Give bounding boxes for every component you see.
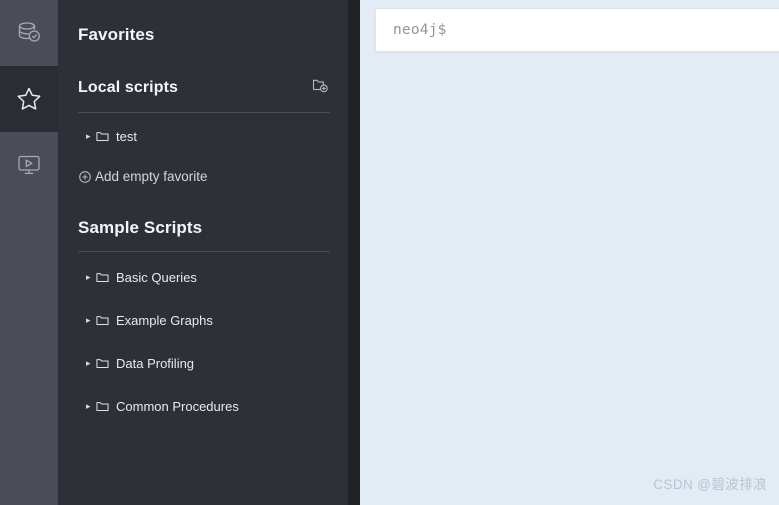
main-content-area: neo4j$ CSDN @碧波排浪 (360, 0, 779, 505)
star-icon (14, 84, 44, 114)
list-item[interactable]: ▸ test (78, 126, 330, 146)
chevron-right-icon[interactable]: ▸ (86, 401, 96, 411)
editor-prompt: neo4j$ (393, 22, 447, 38)
list-item-label: Common Procedures (116, 398, 239, 414)
add-empty-favorite-button[interactable]: Add empty favorite (78, 169, 330, 184)
query-editor[interactable]: neo4j$ (375, 8, 779, 52)
list-item[interactable]: ▸ Example Graphs (78, 310, 330, 330)
database-icon (14, 18, 44, 48)
add-empty-favorite-label: Add empty favorite (95, 169, 208, 184)
folder-icon (96, 271, 109, 284)
sample-scripts-divider (78, 251, 330, 252)
folder-icon (96, 357, 109, 370)
sidebar-title: Favorites (78, 25, 155, 44)
circle-plus-icon (78, 170, 92, 184)
sample-scripts-list: ▸ Basic Queries ▸ Example Graphs ▸ Data … (78, 267, 330, 416)
sample-scripts-header: Sample Scripts (78, 184, 330, 238)
chevron-right-icon[interactable]: ▸ (86, 358, 96, 368)
left-icon-rail (0, 0, 58, 505)
local-scripts-divider (78, 112, 330, 113)
list-item[interactable]: ▸ Basic Queries (78, 267, 330, 287)
chevron-right-icon[interactable]: ▸ (86, 315, 96, 325)
folder-icon (96, 314, 109, 327)
local-scripts-header: Local scripts (78, 45, 330, 100)
folder-icon (96, 130, 109, 143)
favorites-sidebar: Favorites Local scripts ▸ test Add empty… (58, 0, 348, 505)
chevron-right-icon[interactable]: ▸ (86, 272, 96, 282)
rail-item-database[interactable] (0, 0, 58, 66)
list-item-label: Basic Queries (116, 269, 197, 285)
local-scripts-title: Local scripts (78, 78, 179, 96)
list-item-label: Data Profiling (116, 355, 195, 371)
rail-item-project-files[interactable] (0, 132, 58, 198)
watermark-text: CSDN @碧波排浪 (653, 477, 767, 492)
neo4j-browser-window: Favorites Local scripts ▸ test Add empty… (0, 0, 779, 505)
list-item[interactable]: ▸ Data Profiling (78, 353, 330, 373)
list-item-label: test (116, 128, 137, 144)
sample-scripts-title: Sample Scripts (78, 218, 203, 237)
monitor-play-icon (14, 150, 44, 180)
local-scripts-list: ▸ test Add empty favorite (78, 126, 330, 184)
sidebar-resize-handle[interactable] (348, 0, 360, 505)
chevron-right-icon[interactable]: ▸ (86, 131, 96, 141)
list-item-label: Example Graphs (116, 312, 213, 328)
list-item[interactable]: ▸ Common Procedures (78, 396, 330, 416)
folder-add-icon[interactable] (310, 75, 330, 100)
rail-item-favorites[interactable] (0, 66, 58, 132)
folder-icon (96, 400, 109, 413)
